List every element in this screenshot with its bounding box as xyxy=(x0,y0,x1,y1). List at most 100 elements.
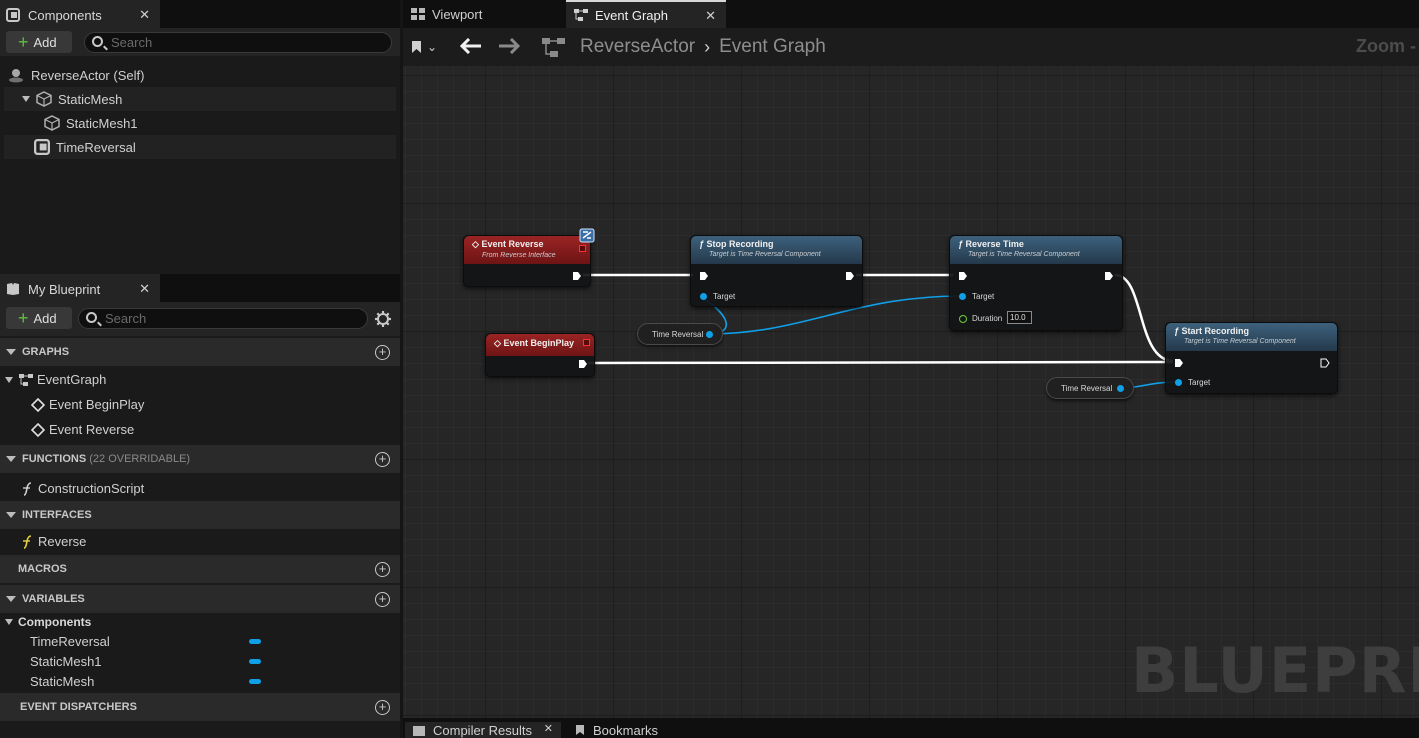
delegate-pin[interactable] xyxy=(579,245,586,252)
exec-in-pin[interactable] xyxy=(958,271,968,281)
bookmark-dropdown[interactable]: ⌄ xyxy=(411,36,447,58)
variable-item[interactable]: TimeReversal xyxy=(0,630,400,652)
tab-my-blueprint[interactable]: My Blueprint ✕ xyxy=(0,274,160,302)
add-graph-icon[interactable]: + xyxy=(375,345,390,360)
section-variables[interactable]: VARIABLES + xyxy=(0,585,400,613)
node-title: Start Recording xyxy=(1181,326,1250,336)
tree-item-staticmesh[interactable]: StaticMesh xyxy=(4,87,396,111)
variable-label: StaticMesh xyxy=(30,673,95,689)
tree-item-self[interactable]: ReverseActor (Self) xyxy=(4,63,396,87)
graph-canvas[interactable]: ◇ Event Reverse From Reverse Interface ◇… xyxy=(403,28,1419,718)
close-icon[interactable]: ✕ xyxy=(139,7,150,23)
duration-input[interactable]: 10.0 xyxy=(1007,311,1032,324)
node-start-recording[interactable]: ƒ Start Recording Target is Time Reversa… xyxy=(1165,322,1338,394)
expand-arrow-icon[interactable] xyxy=(5,619,13,625)
exec-out-pin[interactable] xyxy=(1104,271,1114,281)
components-search-input[interactable]: Search xyxy=(84,32,392,53)
object-out-pin[interactable] xyxy=(1117,385,1124,392)
exec-out-pin[interactable] xyxy=(845,271,855,281)
variable-label: TimeReversal xyxy=(30,633,110,649)
event-icon xyxy=(31,422,45,437)
close-icon[interactable]: ✕ xyxy=(544,722,553,735)
pin-label: Target xyxy=(1188,378,1211,387)
node-event-reverse[interactable]: ◇ Event Reverse From Reverse Interface xyxy=(463,235,591,287)
expand-arrow-icon[interactable] xyxy=(5,376,13,383)
target-pin[interactable] xyxy=(1175,379,1182,386)
target-pin[interactable] xyxy=(700,293,707,300)
bottom-tabbar: Compiler Results ✕ Bookmarks xyxy=(403,718,1419,738)
variable-label: StaticMesh1 xyxy=(30,653,102,669)
pin-label: Target xyxy=(972,292,995,301)
variable-item[interactable]: StaticMesh xyxy=(0,670,400,692)
variable-item[interactable]: StaticMesh1 xyxy=(0,650,400,672)
collapse-arrow-icon[interactable] xyxy=(6,349,16,355)
node-stop-recording[interactable]: ƒ Stop Recording Target is Time Reversal… xyxy=(690,235,863,307)
close-icon[interactable]: ✕ xyxy=(139,281,150,297)
add-variable-icon[interactable]: + xyxy=(375,592,390,607)
interface-label: Reverse xyxy=(38,534,87,549)
components-tabbar: Components ✕ xyxy=(0,0,400,28)
node-reverse-time[interactable]: ƒ Reverse Time Target is Time Reversal C… xyxy=(949,235,1123,331)
tab-compiler-results[interactable]: Compiler Results ✕ xyxy=(405,722,561,738)
target-pin[interactable] xyxy=(959,293,966,300)
section-label: FUNCTIONS xyxy=(22,453,87,465)
tab-components[interactable]: Components ✕ xyxy=(0,0,160,28)
delegate-pin[interactable] xyxy=(583,339,590,346)
object-out-pin[interactable] xyxy=(706,331,713,338)
section-note: (22 OVERRIDABLE) xyxy=(89,453,191,465)
section-macros[interactable]: MACROS + xyxy=(0,555,400,583)
expand-arrow-icon[interactable] xyxy=(22,96,30,102)
tree-item-timereversal[interactable]: TimeReversal xyxy=(4,135,396,159)
float-pin[interactable] xyxy=(959,315,967,323)
graph-item-beginplay[interactable]: Event BeginPlay xyxy=(0,392,400,417)
tab-viewport[interactable]: Viewport xyxy=(403,0,563,28)
add-button[interactable]: + Add xyxy=(6,307,72,329)
pin-label: Target xyxy=(713,292,736,301)
tab-event-graph[interactable]: Event Graph ✕ xyxy=(566,0,726,28)
component-icon xyxy=(6,8,20,22)
exec-in-pin[interactable] xyxy=(699,271,709,281)
tab-label: Bookmarks xyxy=(593,722,659,738)
variable-node-label: Time Reversal xyxy=(652,329,704,339)
exec-out-pin[interactable] xyxy=(1320,358,1330,368)
exec-out-pin[interactable] xyxy=(578,359,588,369)
section-graphs[interactable]: GRAPHS + xyxy=(0,338,400,366)
collapse-arrow-icon[interactable] xyxy=(6,456,16,462)
node-event-beginplay[interactable]: ◇ Event BeginPlay xyxy=(485,333,595,377)
zoom-label: Zoom - xyxy=(1356,36,1416,56)
event-icon: ◇ xyxy=(494,338,501,348)
tab-bookmarks[interactable]: Bookmarks xyxy=(571,722,691,738)
add-dispatcher-icon[interactable]: + xyxy=(375,700,390,715)
graph-item-eventreverse[interactable]: Event Reverse xyxy=(0,417,400,442)
collapse-arrow-icon[interactable] xyxy=(6,512,16,518)
exec-out-pin[interactable] xyxy=(572,271,582,281)
gear-icon[interactable] xyxy=(374,310,392,328)
forward-arrow-icon[interactable] xyxy=(498,38,520,54)
section-event-dispatchers[interactable]: EVENT DISPATCHERS + xyxy=(0,693,400,721)
section-interfaces[interactable]: INTERFACES xyxy=(0,501,400,529)
back-arrow-icon[interactable] xyxy=(460,38,482,54)
tree-item-staticmesh1[interactable]: StaticMesh1 xyxy=(4,111,396,135)
event-icon xyxy=(31,397,45,412)
graph-item-eventgraph[interactable]: EventGraph xyxy=(0,367,400,392)
graph-navbar: ⌄ ReverseActor › Event Graph Zoom - xyxy=(403,28,1419,66)
node-header: ƒ Stop Recording Target is Time Reversal… xyxy=(691,236,862,264)
variable-node-time-reversal[interactable]: Time Reversal xyxy=(637,323,723,345)
add-function-icon[interactable]: + xyxy=(375,452,390,467)
add-macro-icon[interactable]: + xyxy=(375,562,390,577)
search-icon xyxy=(86,312,97,323)
collapse-arrow-icon[interactable] xyxy=(6,596,16,602)
graph-label: Event Reverse xyxy=(49,422,135,437)
interface-item-reverse[interactable]: Reverse xyxy=(0,529,400,554)
function-item-constructionscript[interactable]: ConstructionScript xyxy=(0,476,400,501)
search-placeholder: Search xyxy=(105,311,147,326)
close-icon[interactable]: ✕ xyxy=(705,8,716,24)
breadcrumb-root[interactable]: ReverseActor xyxy=(580,36,695,58)
exec-in-pin[interactable] xyxy=(1174,358,1184,368)
section-functions[interactable]: FUNCTIONS (22 OVERRIDABLE) + xyxy=(0,445,400,473)
static-mesh-icon xyxy=(36,91,52,107)
add-label: Add xyxy=(33,310,57,326)
add-component-button[interactable]: + Add xyxy=(6,31,72,53)
myblueprint-search-input[interactable]: Search xyxy=(78,308,368,329)
variable-node-time-reversal[interactable]: Time Reversal xyxy=(1046,377,1134,399)
